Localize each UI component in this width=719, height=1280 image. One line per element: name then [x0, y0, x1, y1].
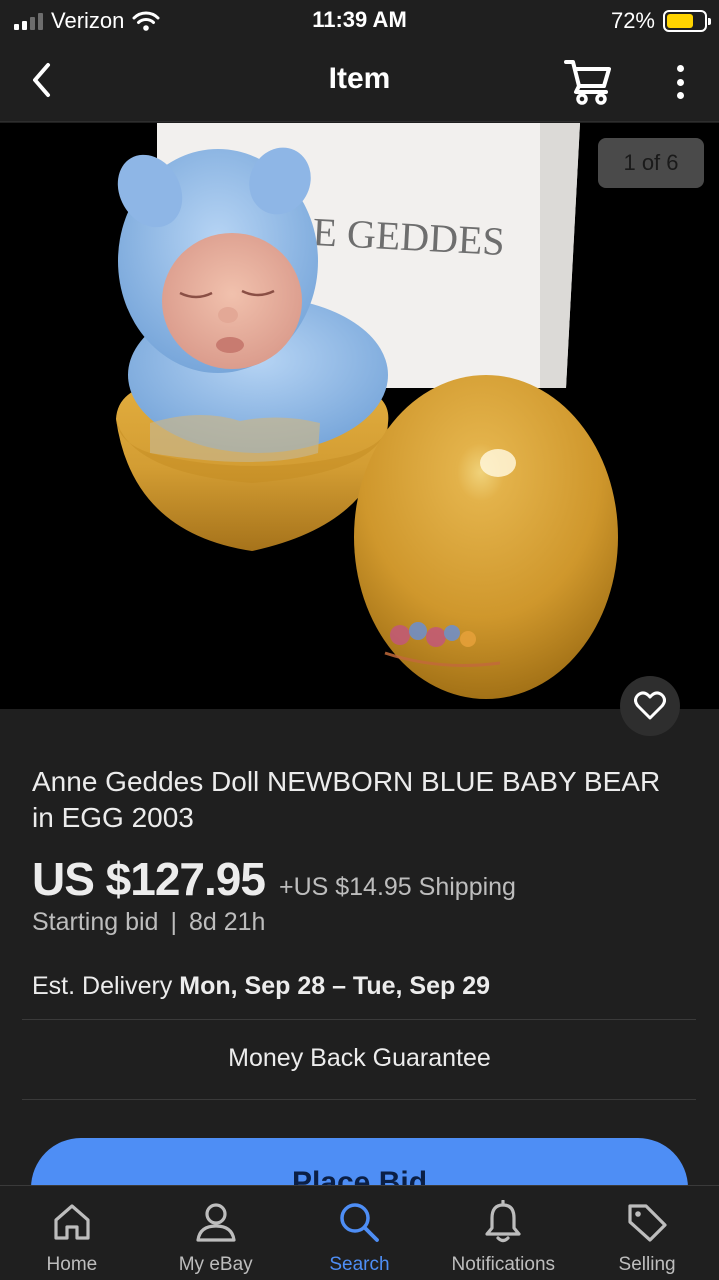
delivery-label: Est. Delivery: [32, 972, 173, 1000]
home-icon: [54, 1204, 90, 1240]
delivery-dates: Mon, Sep 28 – Tue, Sep 29: [179, 972, 491, 1000]
user-icon: [196, 1203, 236, 1242]
tab-label: My eBay: [178, 1254, 253, 1275]
time-left: 8d 21h: [188, 908, 266, 936]
money-back-guarantee[interactable]: Money Back Guarantee: [0, 1044, 719, 1073]
tab-label: Search: [329, 1254, 390, 1275]
bell-icon: [485, 1200, 521, 1243]
tab-selling[interactable]: Selling: [575, 1186, 719, 1280]
tag-icon: [628, 1204, 667, 1242]
item-price: US $127.95: [32, 853, 266, 905]
bid-separator: |: [170, 908, 177, 936]
more-vertical-icon[interactable]: [664, 62, 696, 102]
estimated-delivery: Est. Delivery Mon, Sep 28 – Tue, Sep 29: [32, 972, 490, 1001]
product-image[interactable]: E GEDDES 1 of 6: [0, 123, 719, 709]
tab-label: Selling: [618, 1254, 676, 1275]
product-photo: E GEDDES: [116, 123, 618, 699]
battery-icon: [663, 10, 711, 32]
cart-icon[interactable]: [562, 56, 614, 106]
tab-label: Notifications: [451, 1254, 556, 1275]
tab-home[interactable]: Home: [0, 1186, 144, 1280]
bid-type: Starting bid: [32, 908, 159, 936]
search-icon: [340, 1203, 380, 1242]
image-counter: 1 of 6: [598, 138, 704, 188]
divider: [22, 1019, 696, 1020]
listing-title: Anne Geddes Doll NEWBORN BLUE BABY BEAR …: [32, 766, 661, 833]
tab-search[interactable]: Search: [288, 1186, 432, 1280]
tab-bar: Home My eBay Search Notifications Sellin…: [0, 1185, 719, 1280]
tab-my-ebay[interactable]: My eBay: [144, 1186, 288, 1280]
shipping-cost: +US $14.95 Shipping: [278, 873, 516, 901]
bid-info: Starting bid | 8d 21h: [32, 908, 265, 937]
battery-percent: 72%: [610, 8, 655, 33]
tab-notifications[interactable]: Notifications: [431, 1186, 575, 1280]
status-right: 72%: [610, 8, 711, 34]
price-row: US $127.95 +US $14.95 Shipping: [32, 852, 516, 906]
heart-icon: [634, 691, 666, 720]
nav-bar: Item: [0, 40, 719, 122]
watch-button[interactable]: [620, 676, 680, 736]
divider: [22, 1099, 696, 1100]
tab-label: Home: [46, 1254, 98, 1275]
status-bar: Verizon 11:39 AM 72%: [0, 0, 719, 40]
